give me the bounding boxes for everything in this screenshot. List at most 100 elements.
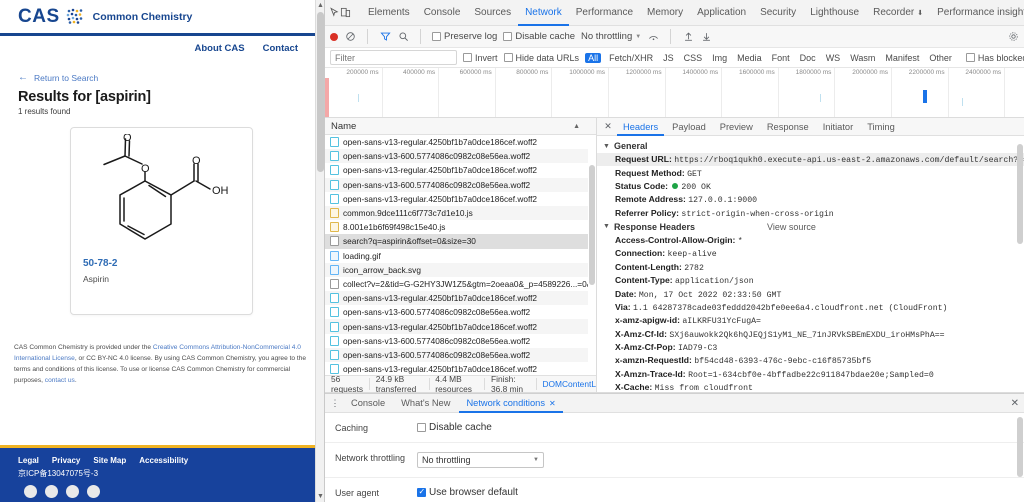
social-icon-1[interactable] <box>24 485 37 498</box>
scroll-down-icon[interactable]: ▼ <box>316 491 324 502</box>
filter-type-all[interactable]: All <box>585 52 602 63</box>
footer-link-legal[interactable]: Legal <box>18 456 39 465</box>
filter-type-img[interactable]: Img <box>710 53 729 63</box>
tab-recorder[interactable]: Recorder ⬇ <box>866 0 930 26</box>
request-row[interactable]: icon_arrow_back.svg <box>325 262 596 277</box>
response-headers-section[interactable]: ▼ Response Headers View source <box>597 220 1024 234</box>
tab-security[interactable]: Security <box>753 0 803 26</box>
request-row[interactable]: common.9dce111c6f773c7d1e10.js <box>325 205 596 221</box>
request-row[interactable]: open-sans-v13-regular.4250bf1b7a0dce186c… <box>325 135 596 149</box>
general-section[interactable]: ▼ General <box>597 139 1024 153</box>
close-detail-icon[interactable]: ✕ <box>601 121 615 132</box>
has-blocked-cookies-checkbox[interactable]: Has blocked cookies <box>965 53 1024 63</box>
request-row[interactable]: open-sans-v13-600.5774086c0982c08e56ea.w… <box>325 305 596 319</box>
social-icon-3[interactable] <box>66 485 79 498</box>
detail-scrollbar-thumb[interactable] <box>1017 144 1023 244</box>
drawer-more-icon[interactable]: ⋮ <box>328 398 342 409</box>
request-list-scrollbar-thumb[interactable] <box>589 165 595 285</box>
request-row[interactable]: open-sans-v13-regular.4250bf1b7a0dce186c… <box>325 163 596 177</box>
device-toolbar-icon[interactable] <box>340 3 351 22</box>
request-row[interactable]: open-sans-v13-600.5774086c0982c08e56ea.w… <box>325 149 596 164</box>
invert-checkbox[interactable]: Invert <box>463 53 498 63</box>
request-row[interactable]: open-sans-v13-600.5774086c0982c08e56ea.w… <box>325 177 596 192</box>
request-row[interactable]: search?q=aspirin&offset=0&size=30 <box>325 234 596 249</box>
filter-type-media[interactable]: Media <box>735 53 764 63</box>
tab-elements[interactable]: Elements <box>361 0 417 26</box>
tab-console[interactable]: Console <box>417 0 468 26</box>
tab-memory[interactable]: Memory <box>640 0 690 26</box>
nav-about-cas[interactable]: About CAS <box>194 43 244 54</box>
request-row[interactable]: open-sans-v13-600.5774086c0982c08e56ea.w… <box>325 334 596 348</box>
detail-tab-initiator[interactable]: Initiator <box>817 118 860 136</box>
network-overview-timeline[interactable]: 200000 ms 400000 ms 600000 ms 800000 ms 1000… <box>325 68 1024 118</box>
substance-result-card[interactable]: O O O OH 50-78-2 Aspirin <box>70 127 253 315</box>
request-row[interactable]: 8.001e1b6f69f498c15e40.js <box>325 220 596 234</box>
scroll-up-icon[interactable]: ▲ <box>316 0 324 11</box>
detail-tab-payload[interactable]: Payload <box>666 118 712 136</box>
filter-type-js[interactable]: JS <box>661 53 676 63</box>
request-row[interactable]: open-sans-v13-600.5774086c0982c08e56ea.w… <box>325 347 596 362</box>
tab-network[interactable]: Network <box>518 0 569 26</box>
filter-type-doc[interactable]: Doc <box>798 53 818 63</box>
drawer-tab-console[interactable]: Console <box>344 394 392 413</box>
request-row[interactable]: collect?v=2&tid=G-G2HY3JW1Z5&gtm=2oeaa0&… <box>325 277 596 291</box>
cas-registry-number[interactable]: 50-78-2 <box>83 258 117 269</box>
preserve-log-checkbox[interactable]: Preserve log <box>432 31 497 42</box>
request-row[interactable]: open-sans-v13-regular.4250bf1b7a0dce186c… <box>325 362 596 375</box>
sort-ascending-icon[interactable]: ▲ <box>573 123 580 130</box>
request-row[interactable]: loading.gif <box>325 249 596 263</box>
nav-contact[interactable]: Contact <box>263 43 298 54</box>
filter-type-font[interactable]: Font <box>770 53 792 63</box>
detail-tab-headers[interactable]: Headers <box>617 118 664 136</box>
throttling-dropdown[interactable]: No throttling ▼ <box>581 31 641 42</box>
disable-cache-drawer-checkbox[interactable]: Disable cache <box>417 422 1024 433</box>
request-list-body[interactable]: open-sans-v13-regular.4250bf1b7a0dce186c… <box>325 135 596 375</box>
footer-link-privacy[interactable]: Privacy <box>52 456 80 465</box>
drawer-tab-network-conditions[interactable]: Network conditions ✕ <box>459 394 562 413</box>
filter-type-wasm[interactable]: Wasm <box>848 53 877 63</box>
disable-cache-checkbox[interactable]: Disable cache <box>503 31 575 42</box>
tab-application[interactable]: Application <box>690 0 753 26</box>
return-to-search-link[interactable]: ← Return to Search <box>0 60 324 83</box>
page-scrollbar[interactable]: ▲ ▼ <box>315 0 324 502</box>
social-icon-4[interactable] <box>87 485 100 498</box>
footer-link-accessibility[interactable]: Accessibility <box>139 456 188 465</box>
close-tab-icon[interactable]: ✕ <box>549 394 556 413</box>
social-icon-2[interactable] <box>45 485 58 498</box>
view-source-link[interactable]: View source <box>767 222 816 232</box>
drawer-tab-whats-new[interactable]: What's New <box>394 394 457 413</box>
tab-performance[interactable]: Performance <box>569 0 640 26</box>
filter-type-ws[interactable]: WS <box>824 53 843 63</box>
hide-data-urls-checkbox[interactable]: Hide data URLs <box>503 53 579 63</box>
request-list-header[interactable]: Name ▲ <box>325 118 596 135</box>
headers-content[interactable]: ▼ General Request URL: https://rboq1qukh0.… <box>597 136 1024 392</box>
license-link-contact[interactable]: contact us <box>45 377 75 384</box>
close-drawer-icon[interactable]: ✕ <box>1011 398 1019 409</box>
filter-type-css[interactable]: CSS <box>682 53 705 63</box>
drawer-scrollbar[interactable] <box>1016 413 1024 502</box>
footer-link-site-map[interactable]: Site Map <box>93 456 126 465</box>
network-gear-icon[interactable] <box>1007 31 1019 43</box>
tab-performance-insights[interactable]: Performance insights⬇ <box>930 0 1024 26</box>
filter-type-manifest[interactable]: Manifest <box>883 53 921 63</box>
filter-icon[interactable] <box>379 31 391 43</box>
request-row[interactable]: open-sans-v13-regular.4250bf1b7a0dce186c… <box>325 291 596 306</box>
page-scrollbar-thumb[interactable] <box>317 12 324 172</box>
filter-type-fetch-xhr[interactable]: Fetch/XHR <box>607 53 655 63</box>
inspect-element-icon[interactable] <box>329 3 340 22</box>
network-settings-icon[interactable] <box>647 31 659 43</box>
detail-scrollbar[interactable] <box>1016 136 1024 392</box>
request-row[interactable]: open-sans-v13-regular.4250bf1b7a0dce186c… <box>325 319 596 334</box>
import-har-icon[interactable] <box>682 31 694 43</box>
request-row[interactable]: open-sans-v13-regular.4250bf1b7a0dce186c… <box>325 192 596 206</box>
network-throttling-select[interactable]: No throttling ▼ <box>417 452 544 468</box>
detail-tab-timing[interactable]: Timing <box>861 118 901 136</box>
filter-type-other[interactable]: Other <box>927 53 954 63</box>
detail-tab-preview[interactable]: Preview <box>714 118 759 136</box>
record-button[interactable] <box>330 32 338 41</box>
tab-sources[interactable]: Sources <box>467 0 518 26</box>
clear-network-log-icon[interactable] <box>344 31 356 43</box>
search-icon[interactable] <box>397 31 409 43</box>
tab-lighthouse[interactable]: Lighthouse <box>803 0 866 26</box>
export-har-icon[interactable] <box>700 31 712 43</box>
